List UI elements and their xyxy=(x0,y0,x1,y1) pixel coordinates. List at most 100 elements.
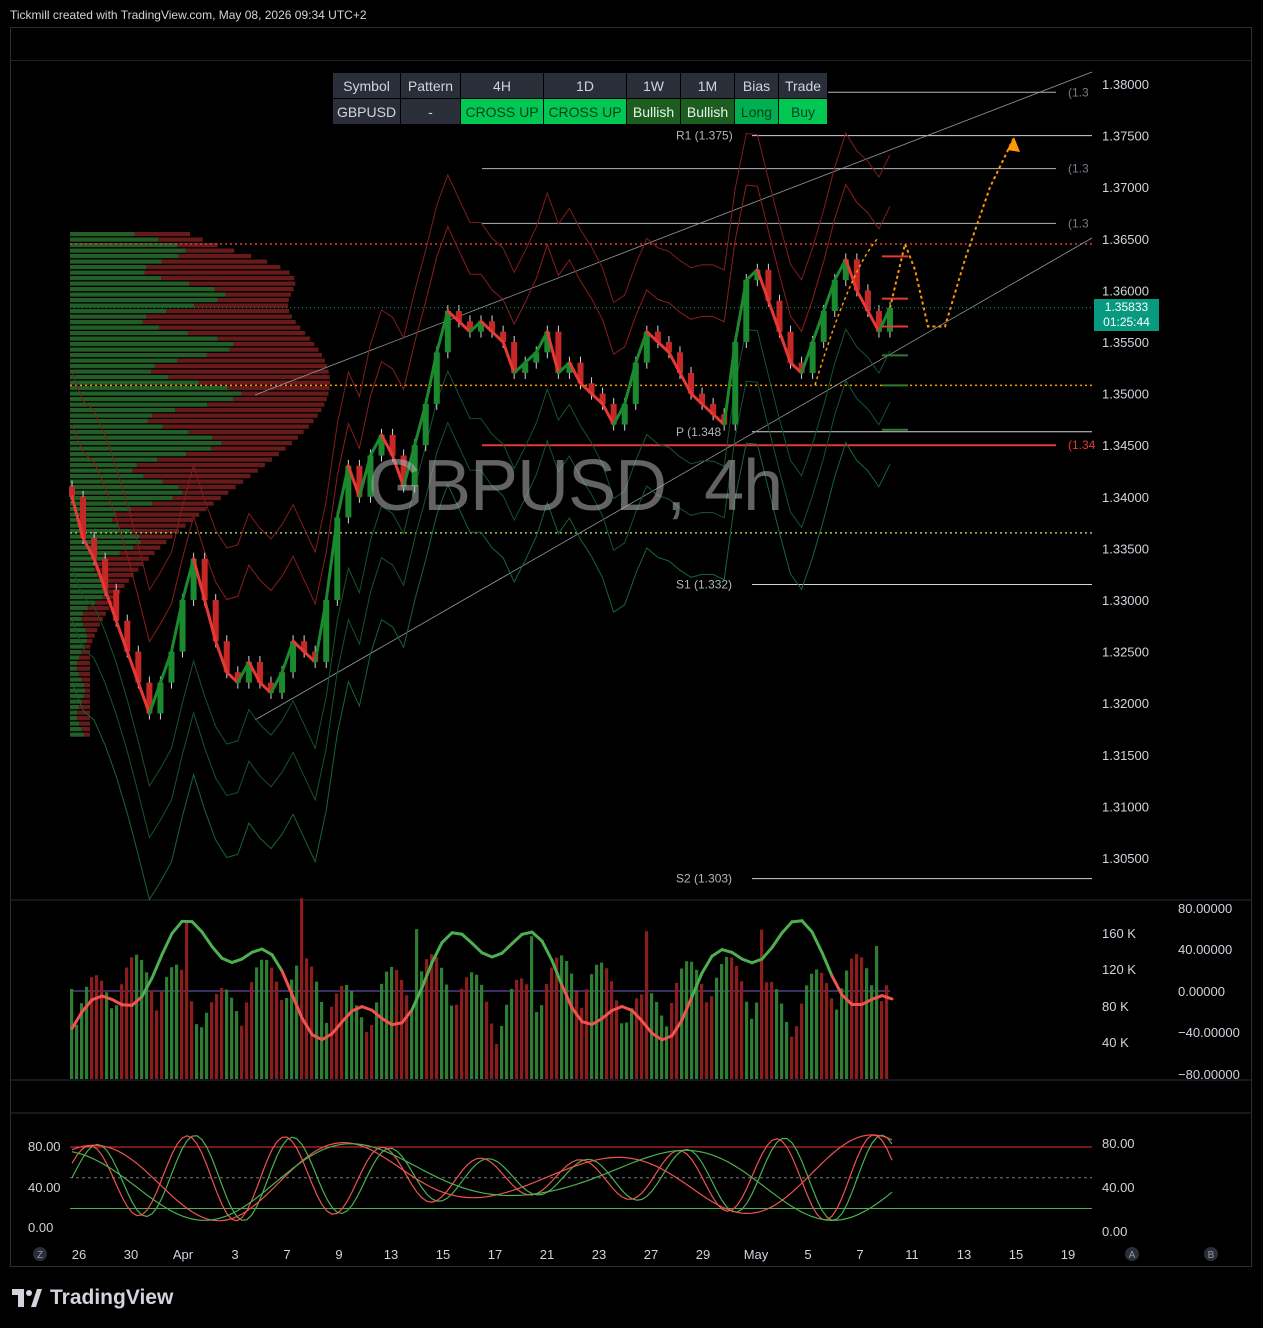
volume-bar xyxy=(485,1001,489,1079)
time-axis-label: 15 xyxy=(1009,1247,1023,1262)
cell-1d: CROSS UP xyxy=(543,98,627,125)
momentum-line xyxy=(250,947,264,954)
volume-bar xyxy=(235,1011,239,1079)
momentum-line xyxy=(470,941,484,955)
volume-bar xyxy=(130,957,134,1079)
signal-table-header: Symbol Pattern 4H 1D 1W 1M Bias Trade xyxy=(332,72,828,99)
volume-bar xyxy=(845,970,849,1079)
price-axis-label: 1.32500 xyxy=(1102,645,1149,660)
momentum-line xyxy=(820,950,834,978)
momentum-line xyxy=(510,932,524,946)
volume-profile-bar xyxy=(70,358,178,363)
volume-profile-bar xyxy=(70,391,242,396)
brand-name: TradingView xyxy=(50,1286,174,1309)
volume-bar xyxy=(585,989,589,1079)
volume-bar xyxy=(715,977,719,1079)
volume-profile-bar xyxy=(198,380,330,385)
volume-bar xyxy=(665,1026,669,1079)
volume-bar xyxy=(140,959,144,1079)
oscillator-axis-label-left: 40.00 xyxy=(28,1180,61,1195)
momentum-line xyxy=(740,957,754,965)
momentum-line xyxy=(620,1004,634,1012)
volume-profile-bar xyxy=(70,265,147,270)
volume-bar xyxy=(240,1025,244,1079)
volume-profile-bar xyxy=(70,727,82,732)
volume-bar xyxy=(105,992,109,1079)
last-price-value: 1.35833 xyxy=(1104,300,1149,314)
volume-profile-bar xyxy=(70,435,213,440)
momentum-line xyxy=(230,957,244,964)
volume-profile-bar xyxy=(70,419,148,424)
volume-profile-bar xyxy=(70,413,153,418)
momentum-line xyxy=(390,1021,404,1027)
volume-bar xyxy=(835,1009,839,1079)
volume-bar xyxy=(885,985,889,1079)
volume-profile-bar xyxy=(70,716,78,721)
volume-profile-bar xyxy=(206,353,322,358)
volume-bar xyxy=(565,961,569,1079)
volume-profile-bar xyxy=(178,254,252,259)
momentum-line xyxy=(260,947,274,957)
volume-profile-bar xyxy=(159,325,301,330)
volume-profile-bar xyxy=(139,534,173,539)
mtf-level-label: (1.34 xyxy=(1068,438,1096,452)
last-price-tag[interactable]: 1.35833 01:25:44 xyxy=(1094,299,1159,331)
price-axis-label: 1.31500 xyxy=(1102,748,1149,763)
volume-bar xyxy=(365,1031,369,1079)
volume-bar xyxy=(805,985,809,1079)
projection-path xyxy=(889,135,1016,328)
price-axis-label: 1.38000 xyxy=(1102,77,1149,92)
signal-table-row: GBPUSD - CROSS UP CROSS UP Bullish Bulli… xyxy=(332,98,828,125)
momentum-line xyxy=(160,931,174,957)
volume-profile-bar xyxy=(119,523,186,528)
volume-bar xyxy=(575,991,579,1079)
chart-canvas[interactable]: 1.38000 1.37500 1.37000 1.36500 1.36000 1.355… xyxy=(0,0,1263,1328)
volume-bar xyxy=(505,1004,509,1079)
volume-bar xyxy=(810,973,814,1079)
momentum-line xyxy=(710,948,724,958)
volume-bar xyxy=(790,1036,794,1079)
volume-profile-bar xyxy=(70,397,234,402)
momentum-line xyxy=(220,956,234,964)
th-4h: 4H xyxy=(460,72,544,99)
volume-profile-bar xyxy=(70,287,215,292)
th-pattern: Pattern xyxy=(400,72,461,99)
volume-bar xyxy=(225,989,229,1079)
cell-bias: Long xyxy=(734,98,779,125)
time-axis-label: 13 xyxy=(384,1247,398,1262)
volume-bar xyxy=(265,959,269,1079)
volume-profile-bar xyxy=(70,672,79,677)
volume-profile-bar xyxy=(182,490,229,495)
volume-profile-bar xyxy=(70,402,208,407)
momentum-line xyxy=(100,994,114,1001)
volume-profile-bar xyxy=(84,688,91,693)
volume-bar xyxy=(880,1001,884,1079)
volume-bar xyxy=(255,967,259,1079)
th-bias: Bias xyxy=(734,72,779,99)
volume-bar xyxy=(860,957,864,1079)
momentum-line xyxy=(210,944,224,960)
momentum-line xyxy=(350,1005,364,1013)
volume-profile-bar xyxy=(144,270,290,275)
time-axis-label: May xyxy=(744,1247,769,1262)
volume-bar xyxy=(775,989,779,1079)
volume-profile-bar xyxy=(158,237,203,242)
volume-bar xyxy=(200,1027,204,1079)
price-axis-label: 1.33500 xyxy=(1102,541,1149,556)
momentum-line xyxy=(500,942,514,955)
volume-bar xyxy=(770,981,774,1079)
volume-profile-bar xyxy=(70,342,234,347)
volume-bar xyxy=(355,1005,359,1079)
volume-profile-bar xyxy=(70,248,186,253)
candle-body xyxy=(69,486,75,497)
price-axis-label: 1.35500 xyxy=(1102,335,1149,350)
time-axis-label: 23 xyxy=(592,1247,606,1262)
volume-profile-bar xyxy=(84,683,91,688)
volume-profile-bar xyxy=(70,325,160,330)
volume-bar xyxy=(460,988,464,1079)
tradingview-brand[interactable]: TradingView xyxy=(12,1286,173,1310)
volume-bar xyxy=(750,1018,754,1079)
volume-bar xyxy=(435,957,439,1079)
volume-bar xyxy=(765,982,769,1079)
momentum-line xyxy=(790,919,804,924)
